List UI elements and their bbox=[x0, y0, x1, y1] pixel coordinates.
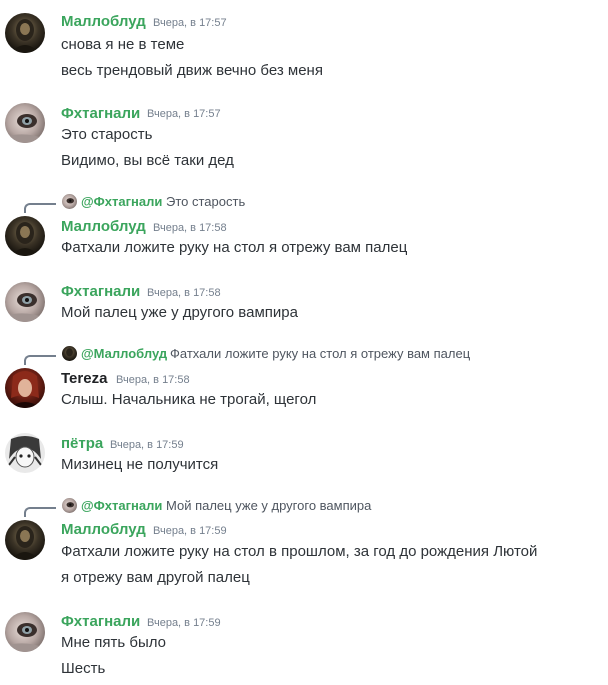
message-text: Фатхали ложите руку на стол в прошлом, з… bbox=[61, 543, 538, 560]
message-author[interactable]: Фхтагнали bbox=[61, 283, 140, 301]
reply-preview[interactable]: @Фхтагнали Мой палец уже у другого вампи… bbox=[0, 498, 608, 517]
message-author[interactable]: Tereza bbox=[61, 370, 107, 388]
reply-preview[interactable]: @Маллоблуд Фатхали ложите руку на стол я… bbox=[0, 346, 608, 365]
avatar-tereza[interactable] bbox=[5, 368, 45, 408]
avatar-mallobloud[interactable] bbox=[5, 13, 45, 53]
avatar-mallobloud[interactable] bbox=[5, 520, 45, 560]
avatar-fhtagnali[interactable] bbox=[5, 612, 45, 652]
message-text: Мне пять было bbox=[61, 634, 167, 651]
message-text: Мой палец уже у другого вампира bbox=[61, 304, 298, 321]
message-timestamp: Вчера, в 17:59 bbox=[110, 439, 184, 451]
message-text: Видимо, вы всё таки дед bbox=[61, 152, 234, 169]
avatar-fhtagnali[interactable] bbox=[5, 282, 45, 322]
reply-text[interactable]: Фатхали ложите руку на стол я отрежу вам… bbox=[170, 346, 470, 362]
reply-text[interactable]: Это старость bbox=[166, 194, 245, 210]
message-timestamp: Вчера, в 17:59 bbox=[153, 525, 227, 537]
reply-spine bbox=[24, 507, 56, 517]
avatar-petra[interactable] bbox=[5, 433, 45, 473]
message-text: весь трендовый движ вечно без меня bbox=[61, 62, 323, 79]
reply-spine bbox=[24, 203, 56, 213]
message-text: Фатхали ложите руку на стол я отрежу вам… bbox=[61, 239, 408, 256]
message-text: снова я не в теме bbox=[61, 36, 185, 53]
message-timestamp: Вчера, в 17:59 bbox=[147, 617, 221, 629]
reply-author[interactable]: @Фхтагнали bbox=[81, 194, 162, 210]
avatar-mallobloud[interactable] bbox=[5, 216, 45, 256]
message-author[interactable]: Фхтагнали bbox=[61, 105, 140, 123]
reply-avatar bbox=[62, 346, 77, 361]
message-author[interactable]: Маллоблуд bbox=[61, 13, 146, 31]
avatar-fhtagnali[interactable] bbox=[5, 103, 45, 143]
message-timestamp: Вчера, в 17:58 bbox=[116, 374, 190, 386]
reply-author[interactable]: @Фхтагнали bbox=[81, 498, 162, 514]
message-timestamp: Вчера, в 17:57 bbox=[147, 108, 221, 120]
reply-spine bbox=[24, 355, 56, 365]
reply-text[interactable]: Мой палец уже у другого вампира bbox=[166, 498, 371, 514]
message-timestamp: Вчера, в 17:58 bbox=[153, 222, 227, 234]
reply-avatar bbox=[62, 194, 77, 209]
reply-preview[interactable]: @Фхтагнали Это старость bbox=[0, 194, 608, 213]
chat-log: Маллоблуд Вчера, в 17:57 снова я не в те… bbox=[0, 0, 608, 685]
message-text: Слыш. Начальника не трогай, щегол bbox=[61, 391, 317, 408]
message-text: Это старость bbox=[61, 126, 153, 143]
message-timestamp: Вчера, в 17:57 bbox=[153, 17, 227, 29]
reply-author[interactable]: @Маллоблуд bbox=[81, 346, 167, 362]
reply-avatar bbox=[62, 498, 77, 513]
message-author[interactable]: Маллоблуд bbox=[61, 521, 146, 539]
message-author[interactable]: пётра bbox=[61, 435, 103, 453]
message-timestamp: Вчера, в 17:58 bbox=[147, 287, 221, 299]
message-text: я отрежу вам другой палец bbox=[61, 569, 250, 586]
message-text: Мизинец не получится bbox=[61, 456, 219, 473]
message-author[interactable]: Фхтагнали bbox=[61, 613, 140, 631]
message-text: Шесть bbox=[61, 660, 106, 677]
message-author[interactable]: Маллоблуд bbox=[61, 218, 146, 236]
